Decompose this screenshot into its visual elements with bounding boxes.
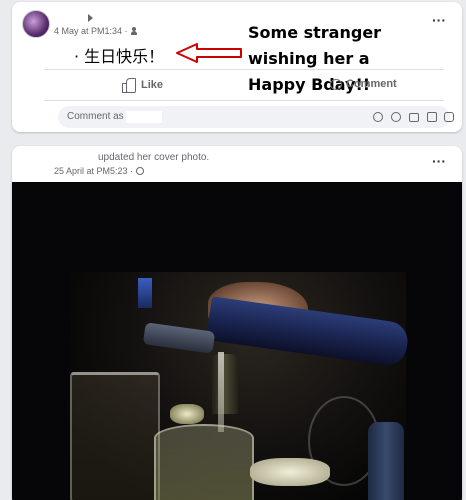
comment-button[interactable]: Comment <box>330 78 397 90</box>
photo-detail <box>138 278 152 308</box>
more-options-icon[interactable]: ··· <box>432 153 446 169</box>
comment-placeholder: Comment as <box>67 111 124 122</box>
comment-input[interactable]: Comment as <box>58 106 454 128</box>
comment-icon <box>330 78 342 90</box>
avatar-sticker-icon[interactable] <box>373 112 383 122</box>
thumbs-up-icon <box>122 78 136 93</box>
red-arrow-annotation <box>176 43 242 63</box>
post-text: · 生日快乐！ <box>74 47 165 66</box>
redacted-name <box>126 111 162 123</box>
sticker-icon[interactable] <box>444 112 454 122</box>
photo-detail <box>250 458 330 486</box>
post-meta: 25 April at PM5:23 · <box>54 166 145 176</box>
more-options-icon[interactable]: ··· <box>432 12 446 28</box>
photo-detail <box>70 372 160 500</box>
comment-label: Comment <box>346 78 397 90</box>
globe-icon <box>136 167 145 175</box>
photo-detail <box>368 422 404 500</box>
post-card-birthday: 4 May at PM1:34 · ··· · 生日快乐！ Some stran… <box>12 2 462 132</box>
post-card-cover-photo: updated her cover photo. 25 April at PM5… <box>12 146 462 500</box>
post-meta: 4 May at PM1:34 · <box>54 26 140 36</box>
emoji-icon[interactable] <box>391 112 401 122</box>
post-action-text: updated her cover photo. <box>98 152 210 163</box>
like-button[interactable]: Like <box>122 78 164 93</box>
photo-detail <box>212 354 238 414</box>
post-timestamp[interactable]: 4 May at PM1:34 · <box>54 26 128 36</box>
divider <box>44 100 444 101</box>
friends-icon <box>130 27 140 35</box>
triangle-arrow-icon <box>88 14 93 22</box>
avatar[interactable] <box>22 10 50 38</box>
photo-detail <box>154 424 254 500</box>
photo-detail <box>170 404 204 424</box>
divider <box>44 69 444 70</box>
photo-detail <box>218 352 224 432</box>
post-timestamp[interactable]: 25 April at PM5:23 · <box>54 166 133 176</box>
gif-icon[interactable] <box>427 112 437 122</box>
like-label: Like <box>141 78 164 91</box>
cover-photo[interactable] <box>12 182 462 500</box>
camera-icon[interactable] <box>409 113 419 122</box>
